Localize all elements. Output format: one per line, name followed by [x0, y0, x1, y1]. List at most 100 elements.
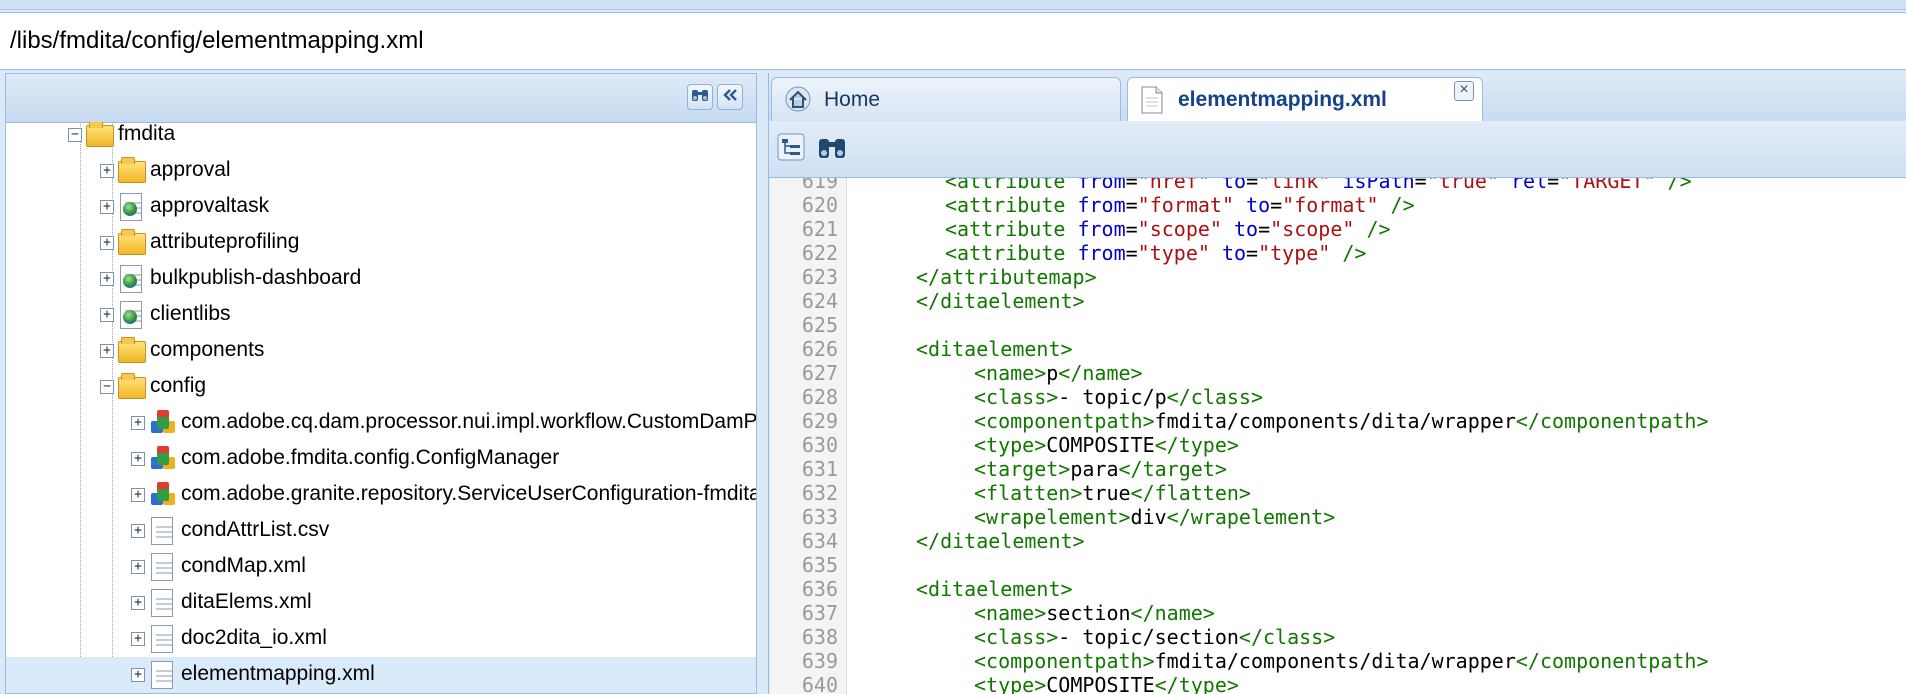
- file-icon: [151, 661, 173, 689]
- tree-node[interactable]: + condMap.xml: [6, 549, 756, 585]
- code-token: =: [1125, 241, 1138, 265]
- tree-node[interactable]: + com.adobe.granite.repository.ServiceUse…: [6, 477, 757, 513]
- code-token: </type>: [1154, 433, 1239, 457]
- line-number: 624: [801, 289, 838, 313]
- expand-icon[interactable]: +: [131, 488, 145, 502]
- tree-node[interactable]: + doc2dita_io.xml: [6, 621, 756, 657]
- code-text: <attribute from="format" to="format" />: [945, 193, 1415, 217]
- file-icon: [151, 625, 173, 653]
- tree-node[interactable]: + approval: [6, 153, 756, 189]
- expand-icon[interactable]: +: [100, 236, 114, 250]
- file-icon: [151, 517, 173, 545]
- code-token: to: [1234, 193, 1271, 217]
- code-token: from: [1077, 217, 1126, 241]
- tree-node-label: com.adobe.granite.repository.ServiceUser…: [181, 482, 757, 505]
- collapse-panel-button[interactable]: [717, 84, 743, 110]
- tree-node[interactable]: + attributeprofiling: [6, 225, 756, 261]
- tree-node[interactable]: − config: [6, 369, 756, 405]
- tree-node[interactable]: + clientlibs: [6, 297, 756, 333]
- find-button[interactable]: [687, 84, 713, 110]
- path-input[interactable]: [4, 19, 1896, 63]
- code-token: section: [1046, 601, 1131, 625]
- tree-node-label: components: [150, 338, 265, 361]
- cube-icon: [157, 489, 169, 501]
- code-token: </attributemap>: [916, 265, 1097, 289]
- code-token: </type>: [1154, 673, 1239, 694]
- code-text: <type>COMPOSITE</type>: [974, 433, 1239, 457]
- code-token: <attribute: [945, 241, 1078, 265]
- code-token: <type>: [974, 433, 1047, 457]
- binoculars-icon: [691, 87, 709, 108]
- code-token: />: [1655, 178, 1692, 193]
- expand-icon[interactable]: +: [100, 164, 114, 178]
- code-line: 632 <flatten>true</flatten>: [770, 481, 1906, 505]
- tree-node[interactable]: + bulkpublish-dashboard: [6, 261, 756, 297]
- osgi-config-icon: [149, 481, 177, 509]
- code-token: =: [1125, 178, 1138, 193]
- code-text: </ditaelement>: [916, 529, 1085, 553]
- globe-icon: [123, 310, 137, 324]
- code-line: 640 <type>COMPOSITE</type>: [770, 673, 1906, 694]
- code-token: "link": [1258, 178, 1331, 193]
- code-text: <componentpath>fmdita/components/dita/wr…: [974, 409, 1709, 433]
- tree-node[interactable]: + com.adobe.fmdita.config.ConfigManager: [6, 441, 756, 477]
- expand-icon[interactable]: +: [131, 560, 145, 574]
- code-token: "format": [1137, 193, 1234, 217]
- tree-node-label: ditaElems.xml: [181, 590, 312, 613]
- collapse-icon[interactable]: −: [68, 128, 82, 142]
- code-token: p: [1046, 361, 1059, 385]
- tree-node-label: condMap.xml: [181, 554, 306, 577]
- tree-node[interactable]: + approvaltask: [6, 189, 756, 225]
- code-line: 626 <ditaelement>: [770, 337, 1906, 361]
- tree-node[interactable]: + condAttrList.csv: [6, 513, 756, 549]
- expand-icon[interactable]: +: [100, 344, 114, 358]
- code-token: "true": [1426, 178, 1499, 193]
- code-token: to: [1221, 217, 1259, 241]
- code-token: />: [1354, 217, 1391, 241]
- collapse-icon[interactable]: −: [100, 380, 114, 394]
- tree-view-button[interactable]: [777, 133, 805, 161]
- close-icon[interactable]: ×: [1454, 81, 1474, 101]
- code-token: to: [1209, 178, 1247, 193]
- expand-icon[interactable]: +: [131, 668, 145, 682]
- tree-node[interactable]: − fmdita: [6, 122, 756, 153]
- folder-icon: [118, 229, 146, 255]
- expand-icon[interactable]: +: [100, 308, 114, 322]
- tab-label: elementmapping.xml: [1178, 88, 1387, 111]
- file-icon: [1140, 86, 1164, 119]
- expand-icon[interactable]: +: [131, 416, 145, 430]
- line-number: 637: [801, 601, 838, 625]
- tree-node[interactable]: + elementmapping.xml: [6, 657, 756, 693]
- expand-icon[interactable]: +: [100, 200, 114, 214]
- code-token: <ditaelement>: [916, 577, 1073, 601]
- expand-icon[interactable]: +: [131, 596, 145, 610]
- line-number: 625: [801, 313, 838, 337]
- expand-icon[interactable]: +: [131, 524, 145, 538]
- tree-node[interactable]: + ditaElems.xml: [6, 585, 756, 621]
- expand-icon[interactable]: +: [100, 272, 114, 286]
- search-button[interactable]: [817, 133, 845, 161]
- code-token: </ditaelement>: [916, 529, 1085, 553]
- code-token: COMPOSITE: [1046, 433, 1155, 457]
- code-token: <ditaelement>: [916, 337, 1073, 361]
- tree-node[interactable]: + com.adobe.cq.dam.processor.nui.impl.wor…: [6, 405, 756, 441]
- code-token: />: [1378, 193, 1415, 217]
- code-token: =: [1258, 217, 1271, 241]
- code-editor[interactable]: 619 <attribute from="href" to="link" isPa…: [770, 178, 1906, 694]
- expand-icon[interactable]: +: [131, 452, 145, 466]
- component-icon: [120, 265, 142, 293]
- file-icon: [151, 553, 173, 581]
- tree-node[interactable]: + components: [6, 333, 756, 369]
- code-token: </class>: [1166, 385, 1263, 409]
- code-line: 621 <attribute from="scope" to="scope" />: [770, 217, 1906, 241]
- code-line: 634 </ditaelement>: [770, 529, 1906, 553]
- code-token: =: [1246, 178, 1259, 193]
- line-number: 634: [801, 529, 838, 553]
- code-token: <name>: [974, 601, 1047, 625]
- tree-node-label: fmdita: [118, 122, 176, 145]
- code-line: 638 <class>- topic/section</class>: [770, 625, 1906, 649]
- expand-icon[interactable]: +: [131, 632, 145, 646]
- tab-home[interactable]: Home: [771, 77, 1121, 121]
- tab-elementmapping[interactable]: elementmapping.xml ×: [1127, 77, 1483, 122]
- line-number: 640: [801, 673, 838, 694]
